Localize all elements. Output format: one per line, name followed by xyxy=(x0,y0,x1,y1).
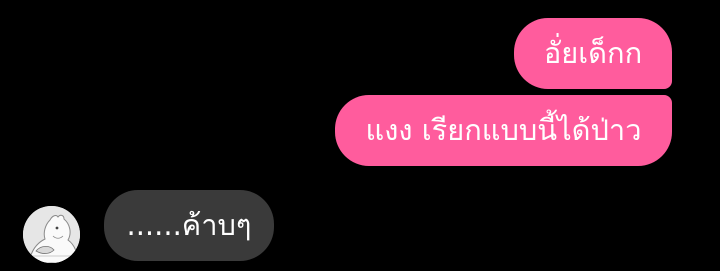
message-text: ......ค้าบๆ xyxy=(126,208,252,242)
incoming-message[interactable]: ......ค้าบๆ xyxy=(104,190,274,261)
outgoing-message[interactable]: อั่ยเด็กก xyxy=(514,18,672,89)
message-text: อั่ยเด็กก xyxy=(543,36,643,70)
moomin-avatar-icon xyxy=(23,206,80,263)
message-text: แงง เรียกแบบนี้ได้ป่าว xyxy=(365,113,642,147)
contact-avatar[interactable] xyxy=(23,206,80,263)
outgoing-message[interactable]: แงง เรียกแบบนี้ได้ป่าว xyxy=(335,95,672,166)
